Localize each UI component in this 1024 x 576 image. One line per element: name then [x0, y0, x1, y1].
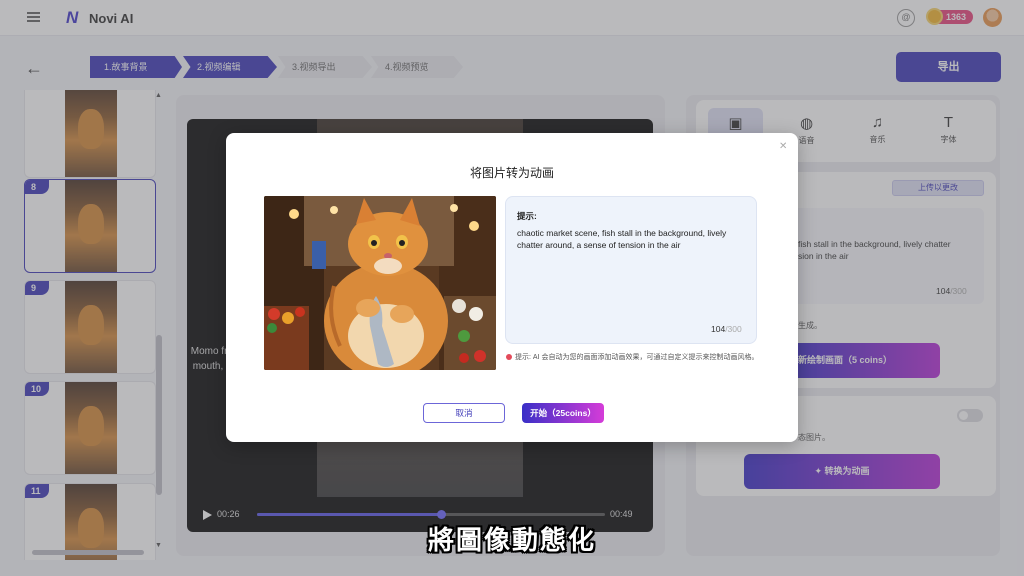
prompt-input[interactable]: 提示: chaotic market scene, fish stall in …: [505, 196, 757, 344]
animate-dialog: 将图片转为动画 ✕ 提示: chaotic market scene, fish…: [226, 133, 798, 442]
dialog-title: 将图片转为动画: [469, 166, 554, 180]
cancel-button[interactable]: 取消: [423, 403, 505, 423]
hint-icon: [506, 354, 512, 360]
start-button[interactable]: 开始（25coins）: [522, 403, 604, 423]
scene-image: [264, 196, 496, 370]
close-icon[interactable]: ✕: [779, 141, 787, 152]
prompt-char-count: 104/300: [711, 324, 742, 334]
prompt-text[interactable]: chaotic market scene, fish stall in the …: [517, 227, 749, 251]
prompt-label: 提示:: [517, 211, 537, 221]
hint-text: 提示: AI 会自动为您的画面添加动画效果，可通过自定义提示来控制动画风格。: [515, 354, 759, 361]
cat-market-image: [264, 196, 496, 370]
video-subtitle: 將圖像動態化: [427, 525, 596, 555]
